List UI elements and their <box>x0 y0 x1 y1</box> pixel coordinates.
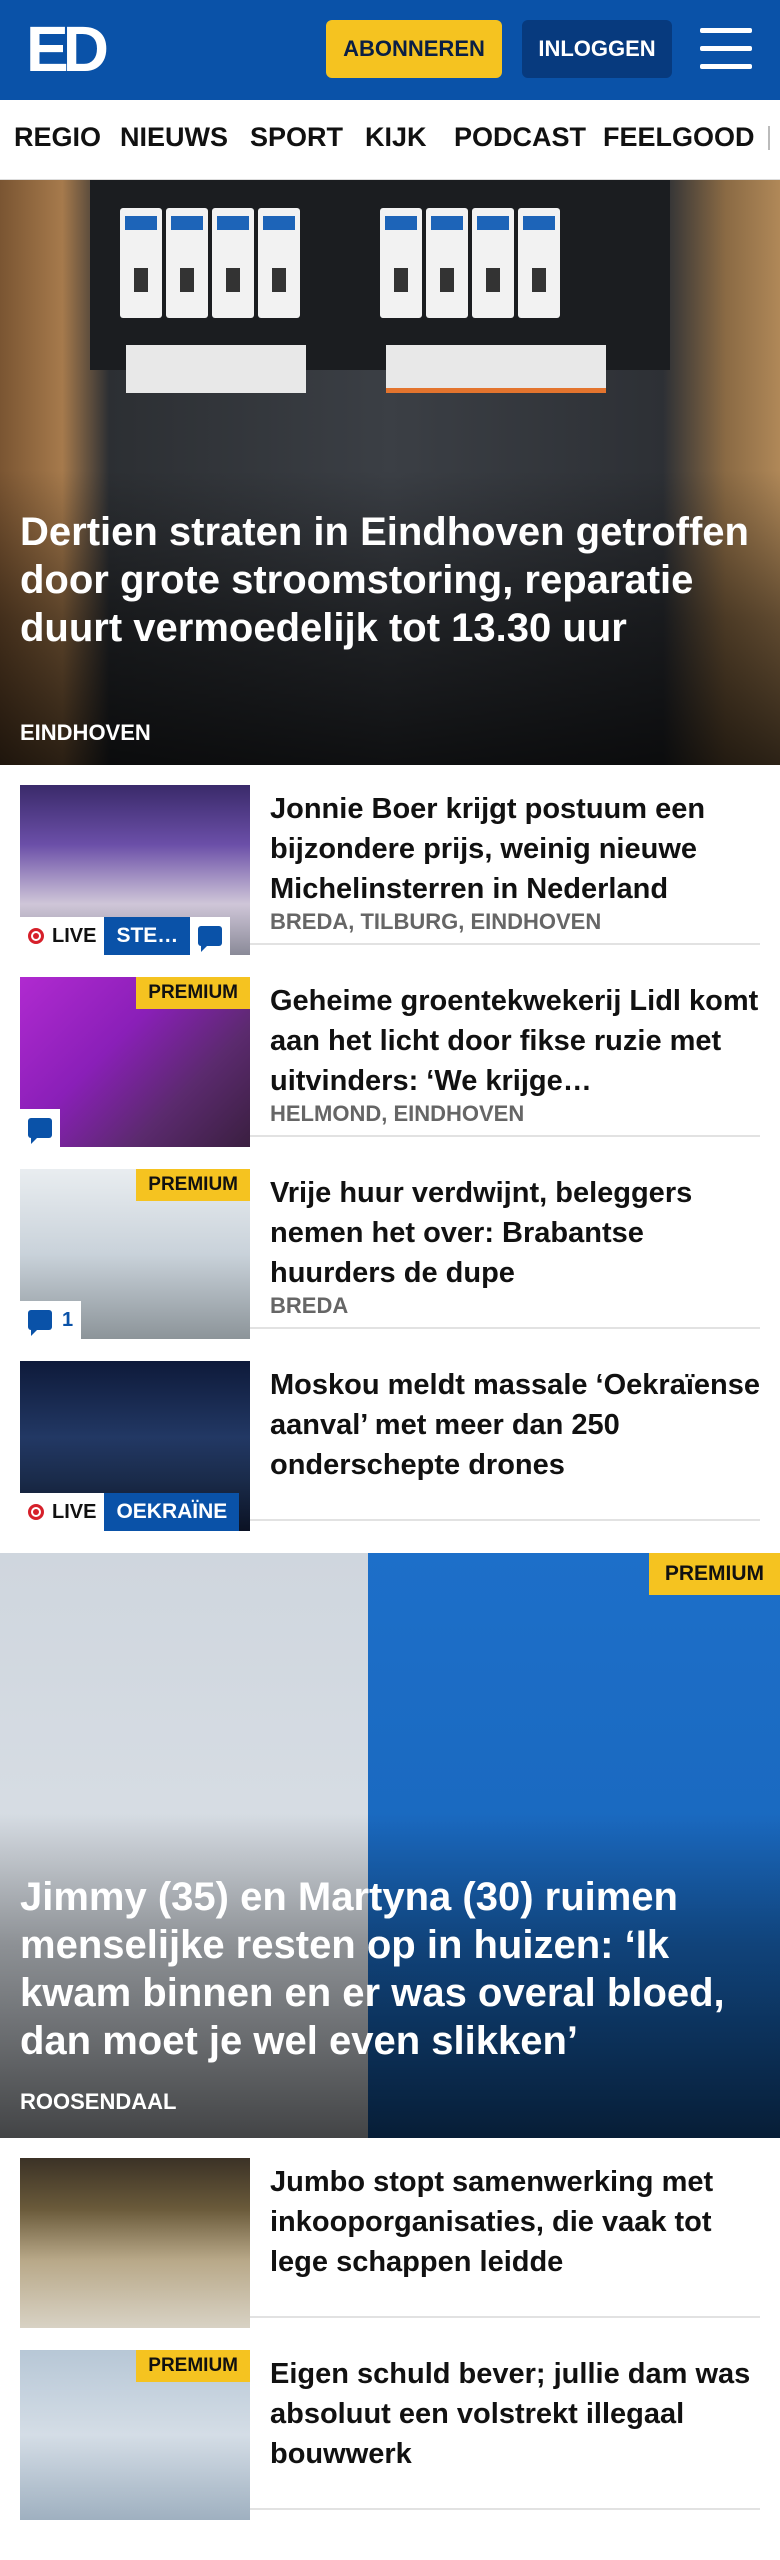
feature-title[interactable]: Jimmy (35) en Martyna (30) ruimen mensel… <box>20 1873 760 2065</box>
comment-icon <box>198 926 223 952</box>
nav-divider <box>768 126 770 150</box>
comment-count: 1 <box>62 1308 74 1331</box>
list-item[interactable]: PREMIUM 1 Vrije huur verdwijnt, belegger… <box>20 1149 760 1339</box>
article-thumbnail: PREMIUM <box>20 977 250 1147</box>
premium-badge: PREMIUM <box>136 1169 250 1201</box>
article-thumbnail: PREMIUM <box>20 2350 250 2520</box>
article-region: BREDA <box>270 1293 349 1318</box>
live-indicator: LIVE OEKRAÏNE <box>20 1493 240 1531</box>
article-thumbnail: PREMIUM 1 <box>20 1169 250 1339</box>
list-item[interactable]: LIVE OEKRAÏNE Moskou meldt massale ‘Oekr… <box>20 1341 760 1531</box>
comment-indicator <box>20 1109 60 1147</box>
article-title[interactable]: Geheime groentekwekerij Lidl komt aan he… <box>270 981 760 1101</box>
section-nav: REGIO NIEUWS SPORT KIJK PODCAST FEELGOOD <box>0 100 780 180</box>
nav-item-kijk[interactable]: KIJK <box>365 122 427 153</box>
article-region: HELMOND, EINDHOVEN <box>270 1101 525 1126</box>
live-topic-label: OEKRAÏNE <box>104 1493 240 1531</box>
hero-title[interactable]: Dertien straten in Eindhoven getroffen d… <box>20 508 760 652</box>
article-region: BREDA, TILBURG, EINDHOVEN <box>270 909 602 934</box>
feature-article[interactable]: PREMIUM Jimmy (35) en Martyna (30) ruime… <box>0 1553 780 2138</box>
live-dot-icon <box>28 1504 44 1520</box>
nav-item-feelgood[interactable]: FEELGOOD <box>603 122 755 153</box>
comment-indicator: 1 <box>20 1301 82 1339</box>
comment-icon <box>28 1118 52 1144</box>
nav-item-regio[interactable]: REGIO <box>14 122 101 153</box>
feature-region: ROOSENDAAL <box>20 2089 177 2114</box>
nav-item-podcast[interactable]: PODCAST <box>454 122 586 153</box>
article-title[interactable]: Jumbo stopt samenwerking met inkooporgan… <box>270 2162 760 2282</box>
list-item[interactable]: LIVE STE… Jonnie Boer krijgt postuum een… <box>20 765 760 955</box>
live-dot-icon <box>28 928 44 944</box>
premium-badge: PREMIUM <box>648 1553 780 1595</box>
list-item[interactable]: PREMIUM Eigen schuld bever; jullie dam w… <box>20 2330 760 2520</box>
ed-logo[interactable]: ED <box>26 17 116 81</box>
subscribe-button[interactable]: ABONNEREN <box>326 20 502 78</box>
list-item[interactable]: PREMIUM Geheime groentekwekerij Lidl kom… <box>20 957 760 1147</box>
nav-item-nieuws[interactable]: NIEUWS <box>120 122 228 153</box>
hero-image <box>90 180 670 393</box>
comment-icon <box>28 1310 52 1336</box>
premium-badge: PREMIUM <box>136 977 250 1009</box>
hero-article[interactable]: Dertien straten in Eindhoven getroffen d… <box>0 180 780 765</box>
article-title[interactable]: Eigen schuld bever; jullie dam was absol… <box>270 2354 760 2474</box>
article-title[interactable]: Jonnie Boer krijgt postuum een bijzonder… <box>270 789 760 909</box>
article-title[interactable]: Moskou meldt massale ‘Oekraïense aanval’… <box>270 1365 760 1485</box>
login-button[interactable]: INLOGGEN <box>522 20 672 78</box>
live-topic-label: STE… <box>104 917 191 955</box>
premium-badge: PREMIUM <box>136 2350 250 2382</box>
article-thumbnail: LIVE STE… <box>20 785 250 955</box>
live-indicator: LIVE STE… <box>20 917 231 955</box>
article-title[interactable]: Vrije huur verdwijnt, beleggers nemen he… <box>270 1173 760 1293</box>
nav-item-sport[interactable]: SPORT <box>250 122 343 153</box>
site-header: ED ABONNEREN INLOGGEN <box>0 0 780 100</box>
list-item[interactable]: Jumbo stopt samenwerking met inkooporgan… <box>20 2138 760 2328</box>
article-thumbnail <box>20 2158 250 2328</box>
article-thumbnail: LIVE OEKRAÏNE <box>20 1361 250 1531</box>
comment-indicator <box>190 917 231 955</box>
hamburger-icon[interactable] <box>700 28 752 70</box>
hero-region: EINDHOVEN <box>20 720 151 745</box>
